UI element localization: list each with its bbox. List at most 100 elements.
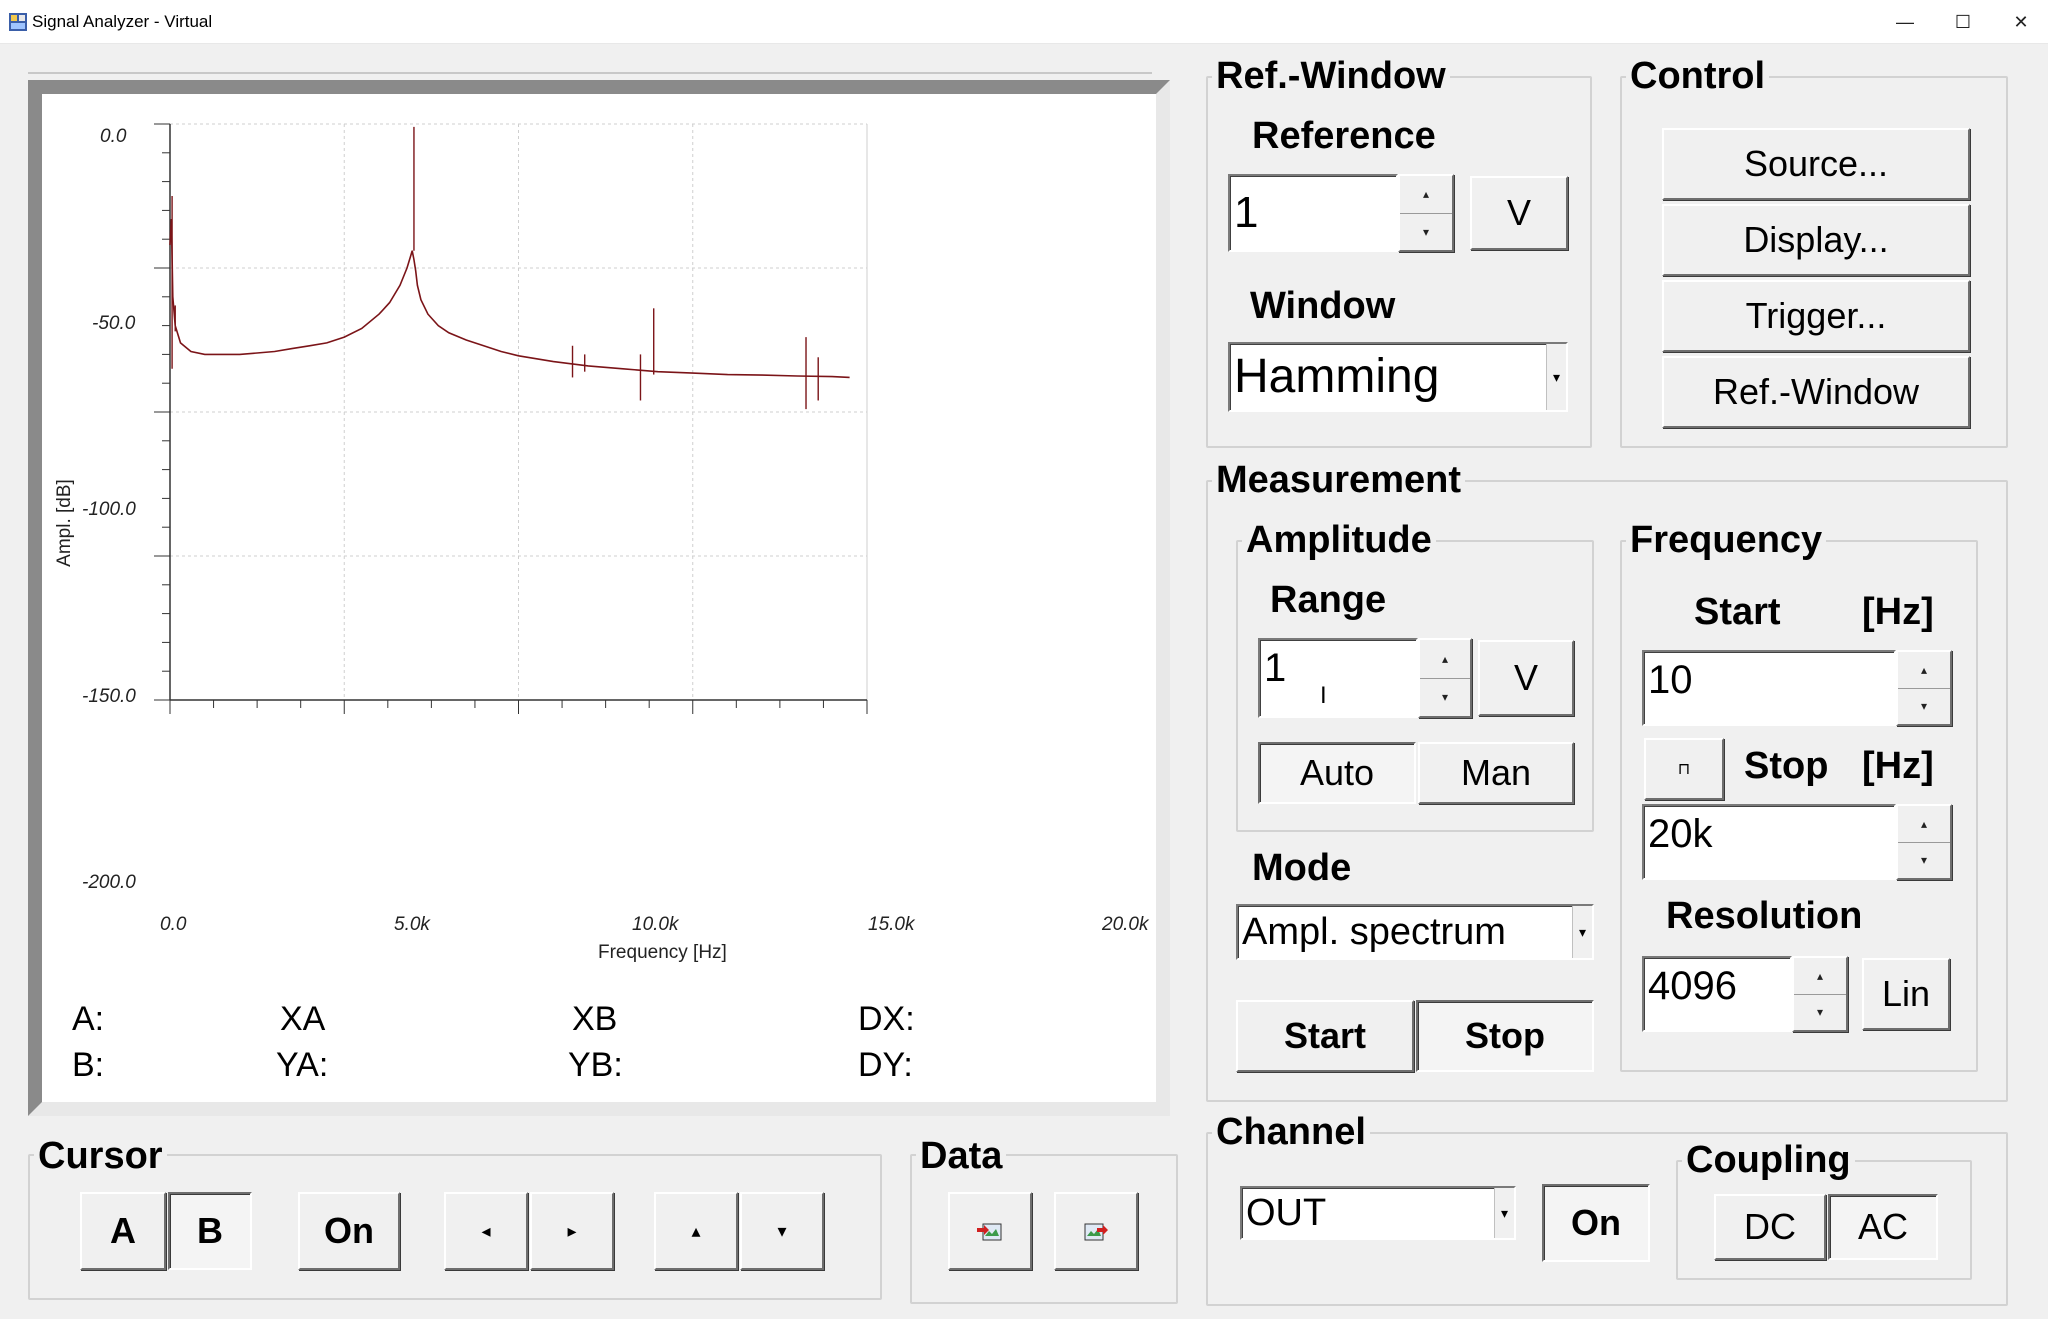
xa-label: XA: [280, 1000, 326, 1038]
ac-coupling-button[interactable]: AC: [1828, 1194, 1938, 1260]
separator-line: [28, 72, 1152, 74]
minimize-button[interactable]: —: [1876, 0, 1934, 44]
spin-down-icon[interactable]: ▾: [1898, 841, 1950, 879]
spin-down-icon[interactable]: ▾: [1400, 212, 1452, 251]
freq-start-spinner[interactable]: ▴ ▾: [1896, 650, 1952, 726]
trigger-button[interactable]: Trigger...: [1662, 280, 1970, 352]
freq-start-label: Start: [1694, 591, 1781, 633]
freq-stop-label: Stop: [1744, 745, 1829, 787]
window-select-value: Hamming: [1234, 350, 1440, 403]
mode-select-value: Ampl. spectrum: [1242, 911, 1506, 953]
spin-up-icon[interactable]: ▴: [1794, 958, 1846, 994]
maximize-button[interactable]: ☐: [1934, 0, 1992, 44]
resolution-spinner[interactable]: ▴ ▾: [1792, 956, 1848, 1032]
stop-button[interactable]: Stop: [1416, 1000, 1594, 1072]
frequency-group-title: Frequency: [1626, 518, 1827, 562]
cursor-b-button[interactable]: B: [168, 1192, 252, 1270]
reference-label: Reference: [1252, 115, 1436, 157]
channel-select[interactable]: OUT: [1240, 1186, 1516, 1240]
cursor-right-button[interactable]: ▸: [530, 1192, 614, 1270]
resolution-input[interactable]: 4096: [1642, 956, 1792, 1032]
range-unit-button[interactable]: V: [1478, 640, 1574, 716]
cursor-a-button[interactable]: A: [80, 1192, 166, 1270]
measurement-group-title: Measurement: [1212, 458, 1465, 502]
cursor-b-label: B:: [72, 1046, 105, 1084]
text-cursor-icon: I: [1320, 682, 1327, 709]
resolution-label: Resolution: [1666, 895, 1863, 937]
spin-down-icon[interactable]: ▾: [1794, 993, 1846, 1031]
manual-range-button[interactable]: Man: [1418, 742, 1574, 804]
spin-up-icon[interactable]: ▴: [1898, 806, 1950, 842]
range-input[interactable]: 1: [1258, 638, 1418, 718]
dy-label: DY:: [858, 1046, 913, 1084]
xb-label: XB: [572, 1000, 618, 1038]
cursor-left-button[interactable]: ◂: [444, 1192, 528, 1270]
link-start-stop-button[interactable]: ⊓: [1644, 738, 1724, 800]
y-axis-title: Ampl. [dB]: [53, 479, 75, 567]
display-button[interactable]: Display...: [1662, 204, 1970, 276]
range-spinner[interactable]: ▴ ▾: [1418, 638, 1472, 718]
x-tick-label: 20.0k: [1102, 914, 1149, 935]
mode-select[interactable]: Ampl. spectrum: [1236, 904, 1594, 960]
spin-up-icon[interactable]: ▴: [1898, 652, 1950, 688]
chevron-down-icon[interactable]: ▾: [1546, 344, 1566, 410]
dc-coupling-button[interactable]: DC: [1714, 1194, 1826, 1260]
x-tick-label: 5.0k: [394, 914, 430, 935]
window-select[interactable]: Hamming: [1228, 342, 1568, 412]
close-button[interactable]: ✕: [1992, 0, 2048, 44]
spin-down-icon[interactable]: ▾: [1898, 687, 1950, 725]
app-icon: [9, 13, 27, 31]
cursor-group-title: Cursor: [34, 1134, 167, 1178]
mode-label: Mode: [1252, 847, 1352, 889]
freq-stop-spinner[interactable]: ▴ ▾: [1896, 804, 1952, 880]
reference-unit-button[interactable]: V: [1470, 176, 1568, 250]
reference-spinner[interactable]: ▴ ▾: [1398, 174, 1454, 252]
scale-button[interactable]: Lin: [1862, 958, 1950, 1030]
chevron-down-icon[interactable]: ▾: [1572, 906, 1592, 958]
start-button[interactable]: Start: [1236, 1000, 1414, 1072]
spectrum-line: [169, 218, 850, 379]
cursor-a-label: A:: [72, 1000, 105, 1038]
save-data-button[interactable]: [1054, 1192, 1138, 1270]
load-data-icon: [977, 1223, 1002, 1241]
control-group-title: Control: [1626, 54, 1770, 98]
ref-window-group-title: Ref.-Window: [1212, 54, 1450, 98]
ya-label: YA:: [276, 1046, 329, 1084]
coupling-group-title: Coupling: [1682, 1138, 1855, 1182]
y-tick-label: -50.0: [92, 313, 136, 334]
channel-on-button[interactable]: On: [1542, 1184, 1650, 1262]
y-tick-label: -200.0: [82, 872, 136, 893]
title-bar: Signal Analyzer - Virtual — ☐ ✕: [0, 0, 2048, 44]
x-tick-label: 10.0k: [632, 914, 679, 935]
spin-up-icon[interactable]: ▴: [1400, 176, 1452, 213]
freq-start-input[interactable]: 10: [1642, 650, 1896, 726]
freq-stop-input[interactable]: 20k: [1642, 804, 1896, 880]
spin-down-icon[interactable]: ▾: [1420, 677, 1470, 717]
freq-start-unit: [Hz]: [1862, 591, 1934, 633]
range-label: Range: [1270, 579, 1387, 621]
x-axis-title: Frequency [Hz]: [598, 942, 727, 963]
range-input-value: 1: [1264, 646, 1287, 690]
reference-input[interactable]: 1: [1228, 174, 1398, 252]
x-tick-label: 0.0: [160, 914, 187, 935]
cursor-up-button[interactable]: ▴: [654, 1192, 738, 1270]
cursor-on-button[interactable]: On: [298, 1192, 400, 1270]
chevron-down-icon[interactable]: ▾: [1494, 1188, 1514, 1238]
x-tick-label: 15.0k: [868, 914, 915, 935]
axes: [154, 123, 868, 714]
channel-select-value: OUT: [1246, 1192, 1327, 1234]
y-tick-label: -150.0: [82, 686, 136, 707]
ref-window-button[interactable]: Ref.-Window: [1662, 356, 1970, 428]
freq-stop-unit: [Hz]: [1862, 745, 1934, 787]
channel-group-title: Channel: [1212, 1110, 1370, 1154]
y-tick-label: 0.0: [100, 126, 127, 147]
data-group-title: Data: [916, 1134, 1007, 1178]
load-data-button[interactable]: [948, 1192, 1032, 1270]
cursor-down-button[interactable]: ▾: [740, 1192, 824, 1270]
amplitude-group-title: Amplitude: [1242, 518, 1436, 562]
window-title: Signal Analyzer - Virtual: [32, 12, 213, 31]
auto-range-button[interactable]: Auto: [1258, 742, 1416, 804]
y-tick-label: -100.0: [82, 499, 136, 520]
spin-up-icon[interactable]: ▴: [1420, 640, 1470, 678]
source-button[interactable]: Source...: [1662, 128, 1970, 200]
